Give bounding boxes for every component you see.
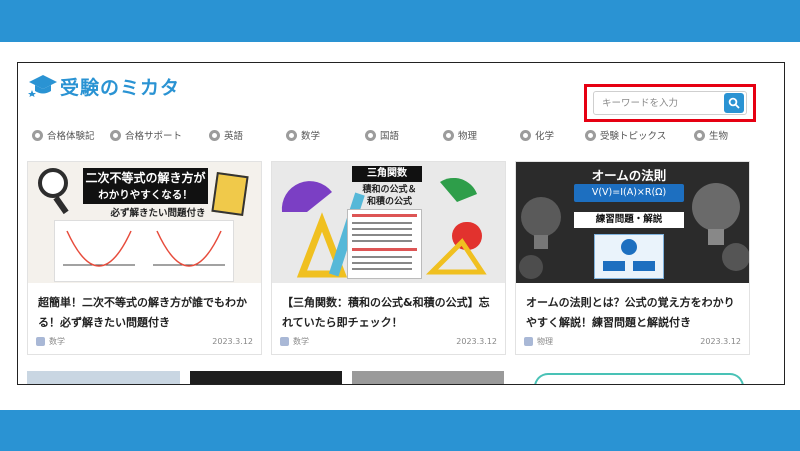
site-logo-text: 受験のミカタ [60,76,181,99]
graph-panel [54,220,234,282]
leaf-icon [694,129,705,141]
article-card[interactable]: 二次不等式の解き方が わかりやすくなる！ 必ず解きたい問題付き 超簡単！二次不等… [27,161,262,355]
top-band [0,0,800,42]
nav-label: 英語 [224,131,244,142]
thumb-subheading: 和積の公式 [366,197,412,207]
thumb-heading: オームの法則 [591,168,667,183]
article-card[interactable]: オームの法則 V(V)=I(A)×R(Ω) 練習問題・解説 オームの法則とは？公… [515,161,750,355]
nav-item-physics[interactable]: 物理 [443,127,520,143]
nav-label: 合格サポート [125,131,183,142]
nav-label: 化学 [535,131,555,142]
search-input[interactable] [594,92,724,114]
nav-item-experience[interactable]: 合格体験記 [32,127,110,143]
nav-item-support[interactable]: 合格サポート [110,127,209,143]
book-icon [365,129,376,141]
next-row-thumbnail[interactable] [190,371,342,384]
thumb-formula: V(V)=I(A)×R(Ω) [574,184,684,202]
article-thumbnail[interactable]: 三角関数 積和の公式＆ 和積の公式 [272,162,505,283]
support-icon [110,129,121,141]
topics-icon [585,129,596,141]
physics-icon [443,129,454,141]
formula-sheet [347,209,422,279]
article-meta: 数学 2023.3.12 [36,335,253,347]
nav-item-topics[interactable]: 受験トピックス [585,127,694,143]
search-highlight-box [584,84,756,122]
thumb-subheading: 積和の公式＆ [362,185,417,195]
math-icon [286,129,297,141]
magnifier-handle [53,195,69,215]
article-thumbnail[interactable]: オームの法則 V(V)=I(A)×R(Ω) 練習問題・解説 [516,162,749,283]
graduation-cap-icon [28,75,57,97]
article-title[interactable]: 超簡単！二次不等式の解き方が誰でもわかる！必ず解きたい問題付き [38,293,253,333]
search-button[interactable] [724,93,744,113]
category-icon [524,336,533,346]
article-card[interactable]: 三角関数 積和の公式＆ 和積の公式 【三角関数：積和の公式&和積の公式】忘れてい… [271,161,506,355]
nav-item-chemistry[interactable]: 化学 [520,127,585,143]
nav-item-english[interactable]: 英語 [209,127,286,143]
thumb-heading: わかりやすくなる！ [83,186,208,204]
article-date: 2023.3.12 [700,336,741,346]
nav-item-japanese[interactable]: 国語 [365,127,443,143]
circuit-diagram [594,234,664,279]
nav-label: 受験トピックス [600,131,667,142]
article-date: 2023.3.12 [456,336,497,346]
site-frame: 受験のミカタ 合格体験記 合格サポート 英語 数学 [17,62,785,385]
thumb-subheading: 練習問題・解説 [574,212,684,228]
category-nav: 合格体験記 合格サポート 英語 数学 国語 物理 化学 受験トピックス 生物 [32,127,732,143]
article-title[interactable]: オームの法則とは？公式の覚え方をわかりやすく解説！練習問題と解説付き [526,293,741,333]
nav-item-biology[interactable]: 生物 [694,127,732,143]
circuit-lines [603,239,655,271]
nav-label: 合格体験記 [47,131,95,142]
globe-icon [209,129,220,141]
article-title[interactable]: 【三角関数：積和の公式&和積の公式】忘れていたら即チェック！ [282,293,497,333]
flask-icon [520,129,531,141]
next-row-thumbnail[interactable] [27,371,180,384]
article-meta: 物理 2023.3.12 [524,335,741,347]
article-meta: 数学 2023.3.12 [280,335,497,347]
next-row-button[interactable] [534,373,744,384]
nav-label: 数学 [301,131,321,142]
category-label[interactable]: 数学 [293,336,309,347]
category-label[interactable]: 物理 [537,336,553,347]
formula-lines [352,214,417,270]
category-label[interactable]: 数学 [49,336,65,347]
nav-label: 国語 [380,131,400,142]
search-icon [728,97,740,109]
nav-label: 物理 [458,131,478,142]
bottom-band [0,410,800,451]
next-row-thumbnail[interactable] [352,371,504,384]
article-date: 2023.3.12 [212,336,253,346]
magnifier-icon [38,168,68,198]
article-thumbnail[interactable]: 二次不等式の解き方が わかりやすくなる！ 必ず解きたい問題付き [28,162,261,283]
nav-item-math[interactable]: 数学 [286,127,365,143]
parabola-graphs [63,230,225,267]
site-logo[interactable]: 受験のミカタ [28,73,180,99]
trophy-icon [32,129,43,141]
search-box [593,91,747,115]
thumb-heading: 二次不等式の解き方が [83,168,208,188]
category-icon [36,336,45,346]
thumb-subheading: 必ず解きたい問題付き [110,208,206,219]
nav-label: 生物 [709,131,729,142]
category-icon [280,336,289,346]
thumb-heading: 三角関数 [352,166,422,182]
